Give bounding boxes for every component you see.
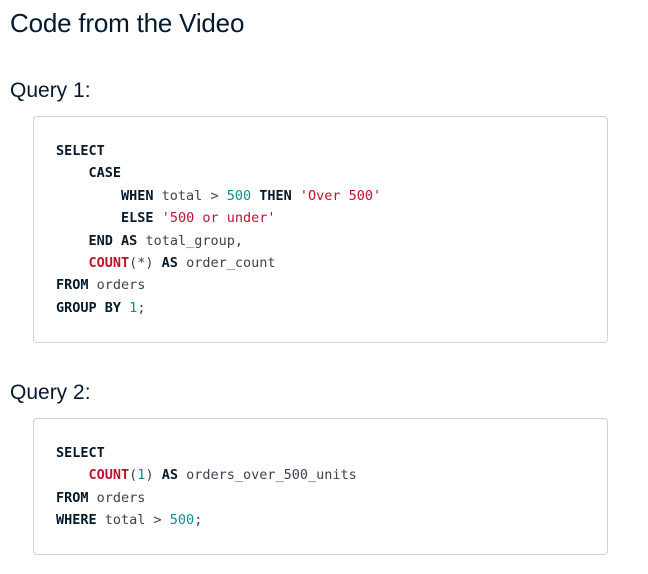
code-token: orders <box>88 277 146 294</box>
query-2-code-block[interactable]: SELECT COUNT(1) AS orders_over_500_units… <box>33 418 608 555</box>
page-title: Code from the Video <box>10 8 245 38</box>
code-line: COUNT(*) AS order_count <box>56 255 276 272</box>
code-line: COUNT(1) AS orders_over_500_units <box>56 467 357 483</box>
code-token: CASE <box>88 165 122 182</box>
code-line: FROM orders <box>56 490 145 506</box>
code-token: ; <box>194 512 203 529</box>
code-token: 'Over 500' <box>299 187 382 204</box>
code-token: FROM <box>56 277 89 294</box>
code-token: orders <box>88 489 146 506</box>
code-line: GROUP BY 1; <box>56 300 145 316</box>
query-1-code-block[interactable]: SELECT CASE WHEN total > 500 THEN 'Over … <box>33 116 608 343</box>
code-token: AS <box>161 255 178 272</box>
code-token: WHERE <box>56 512 97 529</box>
code-token: GROUP BY <box>56 299 122 316</box>
code-line: FROM orders <box>56 277 145 293</box>
code-token: order_count <box>177 255 276 272</box>
code-line: WHERE total > 500; <box>56 512 202 528</box>
code-token: ; <box>137 299 146 316</box>
code-token: THEN <box>259 187 292 204</box>
code-token: ELSE <box>121 210 154 227</box>
code-line: SELECT <box>56 143 105 159</box>
code-line: CASE <box>56 165 122 182</box>
code-token: WHEN <box>121 187 154 204</box>
code-line: WHEN total > 500 THEN 'Over 500' <box>56 188 381 204</box>
query-2-heading: Query 2: <box>10 381 91 404</box>
code-token: 500 <box>169 512 195 529</box>
code-token: total_group, <box>137 232 243 249</box>
code-token: AS <box>121 232 138 249</box>
code-token: AS <box>161 467 178 484</box>
code-token: ) <box>145 467 162 484</box>
code-token: COUNT <box>88 467 130 484</box>
code-line: END AS total_group, <box>56 233 243 249</box>
code-token: total > <box>153 187 227 204</box>
code-token: (*) <box>129 255 162 272</box>
query-1-heading: Query 1: <box>10 79 91 102</box>
code-token: '500 or under' <box>161 210 276 227</box>
code-token: FROM <box>56 489 89 506</box>
code-token: total > <box>96 512 170 529</box>
query-2-code[interactable]: SELECT COUNT(1) AS orders_over_500_units… <box>56 442 357 532</box>
code-token: SELECT <box>56 143 105 159</box>
code-token: orders_over_500_units <box>177 467 357 484</box>
code-token: END <box>88 232 113 249</box>
query-1-code[interactable]: SELECT CASE WHEN total > 500 THEN 'Over … <box>56 140 381 319</box>
code-token: SELECT <box>56 445 105 461</box>
code-token: COUNT <box>88 255 130 272</box>
code-line: SELECT <box>56 445 105 461</box>
code-token: 500 <box>226 187 252 204</box>
code-line: ELSE '500 or under' <box>56 210 275 226</box>
